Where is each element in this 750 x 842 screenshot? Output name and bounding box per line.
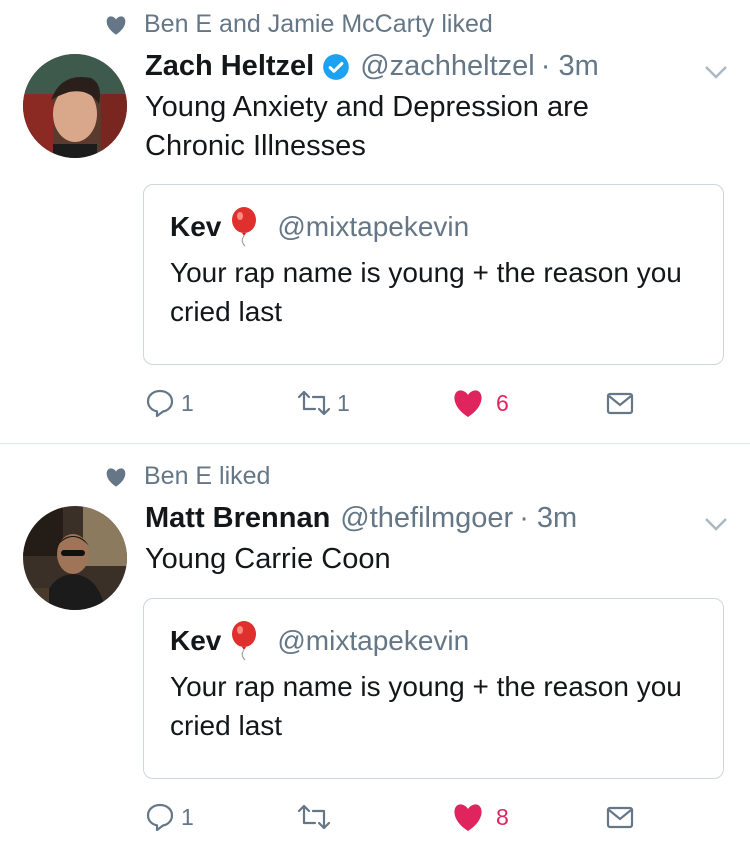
reply-button[interactable]: 1 [145, 802, 194, 832]
retweet-button[interactable] [297, 802, 337, 832]
verified-badge-icon [323, 53, 350, 80]
heart-icon [106, 15, 126, 35]
social-context: Ben E liked [105, 462, 270, 491]
reply-icon [146, 389, 174, 418]
balloon-emoji-icon [232, 621, 257, 661]
quoted-tweet-text: Your rap name is young + the reason you … [170, 671, 682, 741]
avatar[interactable] [23, 506, 127, 610]
reply-button[interactable]: 1 [145, 388, 194, 418]
avatar[interactable] [23, 54, 127, 158]
quoted-display-name: Kev [170, 211, 222, 242]
quoted-tweet-header: Kev @mixtapekevin [170, 621, 469, 661]
tweet[interactable]: Ben E and Jamie McCarty liked Zach Heltz… [0, 0, 750, 444]
envelope-icon [606, 392, 634, 415]
quoted-tweet[interactable]: Kev @mixtapekevin Your rap name is young… [143, 184, 724, 365]
heart-filled-icon [454, 804, 482, 831]
like-count: 8 [496, 803, 509, 830]
chevron-down-icon[interactable] [704, 64, 728, 80]
tweet-header: Matt Brennan @thefilmgoer · 3m [145, 502, 577, 535]
direct-message-button[interactable] [605, 802, 635, 832]
tweet-text: Young Anxiety and Depression are Chronic… [145, 91, 589, 162]
envelope-icon [606, 806, 634, 829]
handle[interactable]: @thefilmgoer [340, 502, 513, 535]
quoted-tweet-text: Your rap name is young + the reason you … [170, 257, 682, 327]
display-name[interactable]: Zach Heltzel [145, 50, 314, 83]
retweet-icon [297, 390, 331, 416]
balloon-emoji-icon [232, 207, 257, 247]
like-button[interactable]: 6 [452, 388, 509, 418]
retweet-icon [297, 804, 331, 830]
timestamp[interactable]: · 3m [541, 50, 599, 83]
tweet-header: Zach Heltzel @zachheltzel · 3m [145, 50, 599, 83]
heart-filled-icon [454, 390, 482, 417]
handle[interactable]: @zachheltzel [360, 50, 535, 83]
quoted-display-name: Kev [170, 625, 222, 656]
like-button[interactable]: 8 [452, 802, 509, 832]
timestamp[interactable]: · 3m [519, 502, 577, 535]
reply-icon [146, 803, 174, 832]
direct-message-button[interactable] [605, 388, 635, 418]
heart-icon [106, 467, 126, 487]
social-context: Ben E and Jamie McCarty liked [105, 10, 493, 39]
quoted-handle: @mixtapekevin [277, 211, 470, 242]
quoted-handle: @mixtapekevin [277, 625, 470, 656]
retweet-count: 1 [337, 389, 350, 416]
display-name[interactable]: Matt Brennan [145, 502, 330, 535]
reply-count: 1 [181, 803, 194, 830]
tweet-actions: 1 1 6 [0, 388, 750, 428]
tweet-text: Young Carrie Coon [145, 543, 391, 575]
social-context-text: Ben E and Jamie McCarty liked [144, 10, 493, 38]
tweet[interactable]: Ben E liked Matt Brennan @thefilmgoer · … [0, 444, 750, 834]
social-context-text: Ben E liked [144, 462, 271, 490]
reply-count: 1 [181, 389, 194, 416]
quoted-tweet[interactable]: Kev @mixtapekevin Your rap name is young… [143, 598, 724, 779]
retweet-button[interactable]: 1 [297, 388, 350, 418]
tweet-actions: 1 8 [0, 802, 750, 842]
quoted-tweet-header: Kev @mixtapekevin [170, 207, 469, 247]
like-count: 6 [496, 389, 509, 416]
chevron-down-icon[interactable] [704, 516, 728, 532]
